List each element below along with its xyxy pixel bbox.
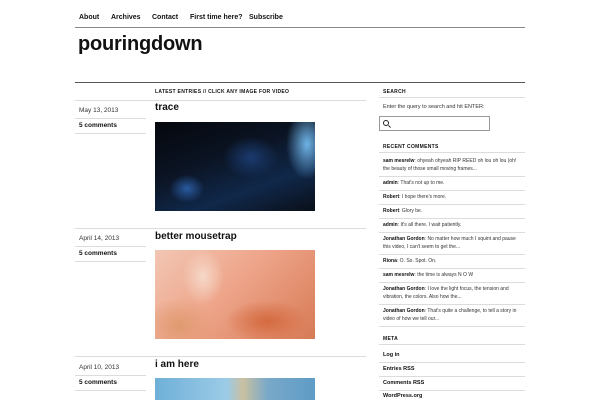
- sidebar-divider: [379, 344, 525, 345]
- recent-comment-item: sam mesrelw: ohyeah ohyeah RIP REED oh l…: [383, 157, 523, 173]
- post-comments-link[interactable]: 5 comments: [79, 379, 117, 386]
- comment-divider: [379, 326, 525, 327]
- comment-divider: [379, 254, 525, 255]
- post-video-thumbnail[interactable]: [155, 122, 315, 211]
- nav-item-subscribe[interactable]: Subscribe: [249, 14, 283, 21]
- comment-divider: [379, 268, 525, 269]
- sidebar-divider: [379, 97, 525, 98]
- meta-divider: [379, 362, 525, 363]
- nav-item-archives[interactable]: Archives: [111, 14, 141, 21]
- comment-divider: [379, 282, 525, 283]
- comment-author[interactable]: admin: [383, 222, 398, 228]
- sidebar-divider: [379, 152, 525, 153]
- search-instructions: Enter the query to search and hit ENTER:: [383, 104, 485, 110]
- post-meta-divider: [75, 390, 146, 391]
- post-title[interactable]: better mousetrap: [155, 231, 237, 242]
- meta-divider: [379, 390, 525, 391]
- comment-divider: [379, 190, 525, 191]
- meta-link-wordpress-org[interactable]: WordPress.org: [383, 393, 422, 399]
- post-date: April 14, 2013: [79, 235, 120, 242]
- comment-divider: [379, 304, 525, 305]
- meta-link-comments-rss[interactable]: Comments RSS: [383, 380, 424, 386]
- search-heading: SEARCH: [383, 89, 406, 95]
- post-separator: [75, 100, 366, 101]
- meta-divider: [379, 376, 525, 377]
- post-meta-divider: [75, 375, 146, 376]
- post-comments-link[interactable]: 5 comments: [79, 250, 117, 257]
- nav-item-first-time-here[interactable]: First time here?: [190, 14, 243, 21]
- recent-comment-item: Jonathan Gordon: That's quite a challeng…: [383, 307, 523, 323]
- comment-author[interactable]: sam mesrelw: [383, 272, 414, 278]
- post-title[interactable]: i am here: [155, 359, 199, 370]
- latest-entries-heading: LATEST ENTRIES // CLICK ANY IMAGE FOR VI…: [155, 89, 290, 95]
- recent-comment-item: Robert: Glory be.: [383, 207, 523, 215]
- post-date: May 13, 2013: [79, 107, 119, 114]
- recent-comment-item: Riona: O. So. Spot. On.: [383, 257, 523, 265]
- top-navigation: About Archives Contact First time here? …: [75, 11, 525, 27]
- recent-comment-item: admin: That's not up to me.: [383, 179, 523, 187]
- comment-author[interactable]: Jonathan Gordon: [383, 308, 425, 314]
- post-video-thumbnail[interactable]: [155, 250, 315, 339]
- post-meta-divider: [75, 246, 146, 247]
- comment-divider: [379, 232, 525, 233]
- recent-comments-heading: RECENT COMMENTS: [383, 144, 439, 150]
- post-date: April 10, 2013: [79, 364, 120, 371]
- comment-author[interactable]: Jonathan Gordon: [383, 236, 425, 242]
- post-meta-divider: [75, 133, 146, 134]
- post-meta-divider: [75, 261, 146, 262]
- nav-divider: [75, 27, 525, 28]
- meta-link-entries-rss[interactable]: Entries RSS: [383, 366, 414, 372]
- recent-comment-item: admin: It's all there. I wait patiently.: [383, 221, 523, 229]
- comment-author[interactable]: Jonathan Gordon: [383, 286, 425, 292]
- header-divider: [75, 82, 525, 83]
- comment-divider: [379, 218, 525, 219]
- comment-excerpt[interactable]: : Glory be.: [399, 208, 422, 214]
- post-separator: [75, 356, 366, 357]
- meta-link-log-in[interactable]: Log in: [383, 352, 400, 358]
- comment-author[interactable]: Robert: [383, 194, 399, 200]
- meta-heading: META: [383, 336, 398, 342]
- search-input[interactable]: [379, 116, 490, 131]
- recent-comment-item: Jonathan Gordon: No matter how much I sq…: [383, 235, 523, 251]
- post-separator: [75, 228, 366, 229]
- recent-comment-item: sam mesrelw: the time is always N O W: [383, 271, 523, 279]
- comment-excerpt[interactable]: : O. So. Spot. On.: [397, 258, 436, 264]
- comment-excerpt[interactable]: : I hope there's more.: [399, 194, 446, 200]
- comment-author[interactable]: Riona: [383, 258, 397, 264]
- site-title[interactable]: pouringdown: [78, 33, 203, 56]
- post-meta-divider: [75, 118, 146, 119]
- nav-item-contact[interactable]: Contact: [152, 14, 178, 21]
- search-icon: [383, 120, 389, 126]
- comment-author[interactable]: sam mesrelw: [383, 158, 414, 164]
- comment-divider: [379, 176, 525, 177]
- recent-comment-item: Jonathan Gordon: I love the light focus,…: [383, 285, 523, 301]
- post-video-thumbnail[interactable]: [155, 378, 315, 400]
- comment-divider: [379, 204, 525, 205]
- post-title[interactable]: trace: [155, 102, 179, 113]
- comment-excerpt[interactable]: : the time is always N O W: [414, 272, 473, 278]
- comment-author[interactable]: Robert: [383, 208, 399, 214]
- comment-author[interactable]: admin: [383, 180, 398, 186]
- recent-comment-item: Robert: I hope there's more.: [383, 193, 523, 201]
- comment-excerpt[interactable]: : It's all there. I wait patiently.: [398, 222, 462, 228]
- comment-excerpt[interactable]: : That's not up to me.: [398, 180, 445, 186]
- nav-item-about[interactable]: About: [79, 14, 99, 21]
- post-comments-link[interactable]: 5 comments: [79, 122, 117, 129]
